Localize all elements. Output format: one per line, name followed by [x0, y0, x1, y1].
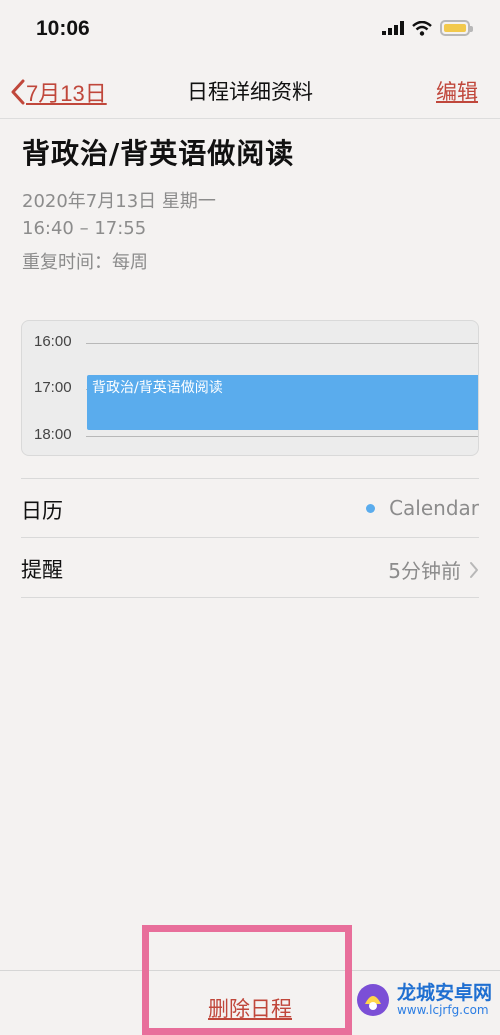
watermark-brand: 龙城安卓网: [396, 981, 492, 1004]
event-time-range: 16:40 – 17:55: [22, 218, 147, 239]
timeline-hour-label: 17:00: [34, 379, 72, 396]
timeline-hour-label: 16:00: [34, 333, 72, 350]
timeline-hour-row: 16:00: [22, 333, 478, 353]
highlight-annotation: [142, 925, 352, 1035]
alert-value-text: 5分钟前: [388, 559, 461, 583]
timeline-hour-line: [86, 436, 478, 437]
battery-icon: [440, 20, 473, 36]
alert-label: 提醒: [21, 558, 63, 582]
alert-value: 5分钟前: [388, 555, 479, 584]
status-icons: [382, 20, 473, 36]
signal-icon: [382, 21, 404, 35]
watermark-url: www.lcjrfg.com: [396, 1002, 489, 1017]
page-title: 日程详细资料: [187, 80, 313, 104]
timeline-hour-line: [86, 343, 478, 344]
event-repeat: 重复时间：每周: [22, 252, 148, 273]
chevron-right-icon: [470, 561, 478, 578]
calendar-name: Calendar: [389, 496, 479, 520]
status-time: 10:06: [36, 17, 90, 40]
alert-row[interactable]: 提醒 5分钟前: [21, 538, 479, 598]
event-title: 背政治/背英语做阅读: [22, 137, 295, 170]
status-bar: 10:06: [0, 0, 500, 62]
wifi-icon: [412, 20, 432, 36]
timeline-event-block[interactable]: 背政治/背英语做阅读: [87, 375, 478, 430]
day-timeline: 16:00 17:00 18:00 背政治/背英语做阅读: [21, 320, 479, 456]
timeline-event-label: 背政治/背英语做阅读: [92, 380, 223, 396]
timeline-hour-label: 18:00: [34, 426, 72, 443]
calendar-value: Calendar: [366, 496, 479, 520]
calendar-label: 日历: [21, 499, 63, 523]
navigation-bar: 7月13日 日程详细资料 编辑: [0, 62, 500, 119]
event-date: 2020年7月13日 星期一: [22, 191, 216, 212]
watermark-logo-icon: [356, 984, 389, 1016]
edit-button[interactable]: 编辑: [436, 76, 478, 106]
calendar-color-dot-icon: [366, 503, 376, 513]
calendar-row[interactable]: 日历 Calendar: [21, 478, 479, 538]
watermark: 龙城安卓网 www.lcjrfg.com: [355, 982, 492, 1018]
